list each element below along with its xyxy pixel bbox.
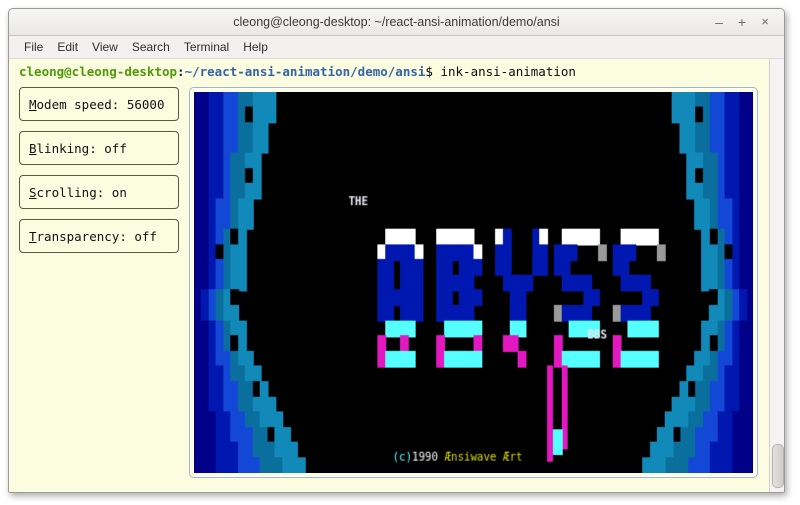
option-accel-b: B <box>29 140 37 156</box>
terminal-content[interactable]: cleong@cleong-desktop:~/react-ansi-anima… <box>9 59 770 492</box>
option-blinking[interactable]: Blinking: off <box>19 131 179 165</box>
ansi-app: Modem speed: 56000 Blinking: off Scrolli… <box>19 85 758 488</box>
prompt-dollar: $ <box>425 64 433 79</box>
menu-item-terminal[interactable]: Terminal <box>177 38 236 56</box>
option-label-modem-speed: odem speed: 56000 <box>36 96 165 112</box>
minimize-button[interactable]: – <box>710 13 728 31</box>
option-accel-m: M <box>29 96 37 112</box>
menu-item-file[interactable]: File <box>17 38 50 56</box>
option-label-transparency: ransparency: off <box>36 228 157 244</box>
option-scrolling[interactable]: Scrolling: on <box>19 175 179 209</box>
shell-prompt-line: cleong@cleong-desktop:~/react-ansi-anima… <box>19 64 770 80</box>
option-accel-t: T <box>29 228 37 244</box>
prompt-colon: : <box>177 64 185 79</box>
close-button[interactable]: × <box>756 13 774 31</box>
vertical-scrollbar[interactable] <box>769 59 784 492</box>
terminal-window: cleong@cleong-desktop: ~/react-ansi-anim… <box>8 8 785 493</box>
option-modem-speed[interactable]: Modem speed: 56000 <box>19 87 179 121</box>
menu-item-edit[interactable]: Edit <box>50 38 85 56</box>
option-accel-s: S <box>29 184 37 200</box>
menubar: File Edit View Search Terminal Help <box>9 36 784 59</box>
prompt-user-host: cleong@cleong-desktop <box>19 64 178 79</box>
terminal-body: cleong@cleong-desktop:~/react-ansi-anima… <box>9 59 784 492</box>
scrollbar-thumb[interactable] <box>772 444 784 488</box>
ansi-art-frame <box>189 87 758 478</box>
menu-item-view[interactable]: View <box>85 38 125 56</box>
menu-item-help[interactable]: Help <box>236 38 275 56</box>
titlebar[interactable]: cleong@cleong-desktop: ~/react-ansi-anim… <box>9 9 784 36</box>
menu-item-search[interactable]: Search <box>125 38 177 56</box>
ansi-art-canvas <box>194 92 753 473</box>
option-label-scrolling: crolling: on <box>36 184 127 200</box>
option-transparency[interactable]: Transparency: off <box>19 219 179 253</box>
options-sidebar: Modem speed: 56000 Blinking: off Scrolli… <box>19 85 179 488</box>
maximize-button[interactable]: + <box>733 13 751 31</box>
shell-command: ink-ansi-animation <box>440 64 576 79</box>
prompt-path: ~/react-ansi-animation/demo/ansi <box>184 64 426 79</box>
window-title: cleong@cleong-desktop: ~/react-ansi-anim… <box>233 15 560 29</box>
option-label-blinking: linking: off <box>36 140 127 156</box>
